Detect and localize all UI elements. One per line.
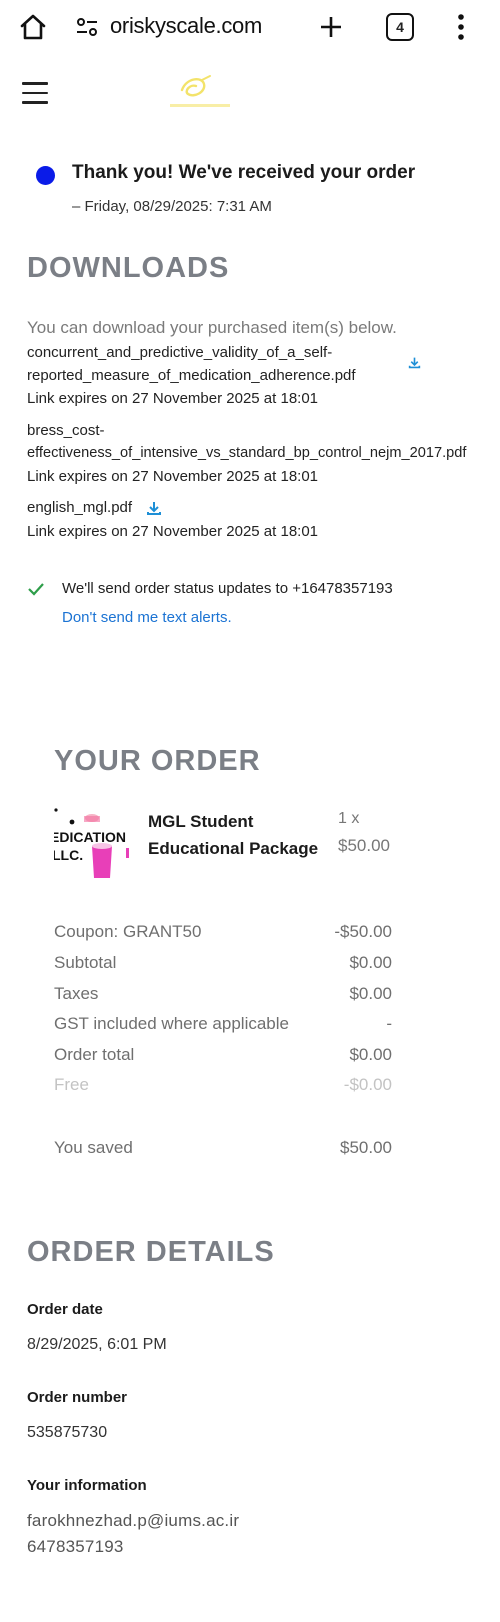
order-details-heading: ORDER DETAILS [27, 1236, 275, 1268]
download-link-2-line1[interactable]: bress_cost- [27, 419, 105, 442]
summary-value-coupon: -$50.00 [334, 922, 392, 941]
summary-label-free: Free [54, 1075, 89, 1094]
site-logo[interactable] [168, 70, 232, 114]
download-link-1-line2[interactable]: reported_measure_of_medication_adherence… [27, 364, 356, 387]
summary-value-taxes: $0.00 [349, 984, 392, 1003]
confirmation-date: – Friday, 08/29/2025: 7:31 AM [72, 198, 272, 215]
product-thumbnail: EDICATION LLC. [54, 806, 132, 886]
product-name[interactable]: MGL Student Educational Package [148, 808, 318, 862]
product-name-line1: MGL Student [148, 812, 254, 831]
home-icon[interactable] [18, 12, 48, 42]
your-information-label: Your information [27, 1477, 147, 1494]
product-quantity: 1 x [338, 810, 360, 827]
saved-value: $50.00 [340, 1138, 392, 1157]
status-dot [36, 166, 55, 185]
product-thumbnail-text-1: EDICATION [54, 829, 126, 845]
order-number-label: Order number [27, 1389, 128, 1406]
your-order-heading: YOUR ORDER [54, 745, 261, 777]
download-expiry-2: Link expires on 27 November 2025 at 18:0… [27, 468, 319, 485]
customer-phone: 6478357193 [27, 1537, 124, 1556]
download-link-3[interactable]: english_mgl.pdf [27, 496, 132, 519]
downloads-intro: You can download your purchased item(s) … [27, 318, 397, 337]
downloads-heading: DOWNLOADS [27, 252, 230, 284]
product-price: $50.00 [338, 836, 390, 855]
site-settings-icon[interactable] [74, 14, 100, 40]
confirmation-title: Thank you! We've received your order [72, 162, 416, 183]
download-icon[interactable] [146, 500, 162, 516]
product-name-line2: Educational Package [148, 839, 319, 858]
sms-notice: We'll send order status updates to +1647… [62, 580, 393, 597]
hamburger-menu-icon[interactable] [22, 82, 48, 104]
summary-value-subtotal: $0.00 [349, 953, 392, 972]
download-expiry-1: Link expires on 27 November 2025 at 18:0… [27, 390, 319, 407]
summary-label-order-total: Order total [54, 1045, 135, 1064]
summary-label-gst: GST included where applicable [54, 1014, 289, 1033]
checkmark-icon [28, 583, 44, 596]
download-icon[interactable] [408, 356, 421, 369]
download-expiry-3: Link expires on 27 November 2025 at 18:0… [27, 523, 319, 540]
tab-switcher-button[interactable]: 4 [386, 13, 414, 41]
download-link-1-line1[interactable]: concurrent_and_predictive_validity_of_a_… [27, 341, 332, 364]
summary-label-coupon: Coupon: GRANT50 [54, 922, 202, 941]
order-number-value: 535875730 [27, 1424, 108, 1441]
overflow-menu-icon[interactable] [456, 12, 466, 42]
new-tab-icon[interactable] [316, 12, 346, 42]
browser-toolbar: oriskyscale.com 4 [0, 0, 500, 56]
download-link-2-line2[interactable]: effectiveness_of_intensive_vs_standard_b… [27, 442, 466, 465]
url-bar[interactable]: oriskyscale.com [110, 13, 262, 39]
saved-label: You saved [54, 1138, 133, 1157]
order-date-label: Order date [27, 1301, 103, 1318]
summary-label-subtotal: Subtotal [54, 953, 117, 972]
summary-value-free: -$0.00 [343, 1075, 392, 1094]
summary-value-order-total: $0.00 [349, 1045, 392, 1064]
order-date-value: 8/29/2025, 6:01 PM [27, 1336, 167, 1353]
summary-value-gst: - [386, 1014, 392, 1033]
sms-optout-link[interactable]: Don't send me text alerts. [62, 609, 232, 626]
product-thumbnail-text-2: LLC. [54, 847, 83, 863]
customer-email: farokhnezhad.p@iums.ac.ir [27, 1511, 240, 1530]
summary-label-taxes: Taxes [54, 984, 99, 1003]
